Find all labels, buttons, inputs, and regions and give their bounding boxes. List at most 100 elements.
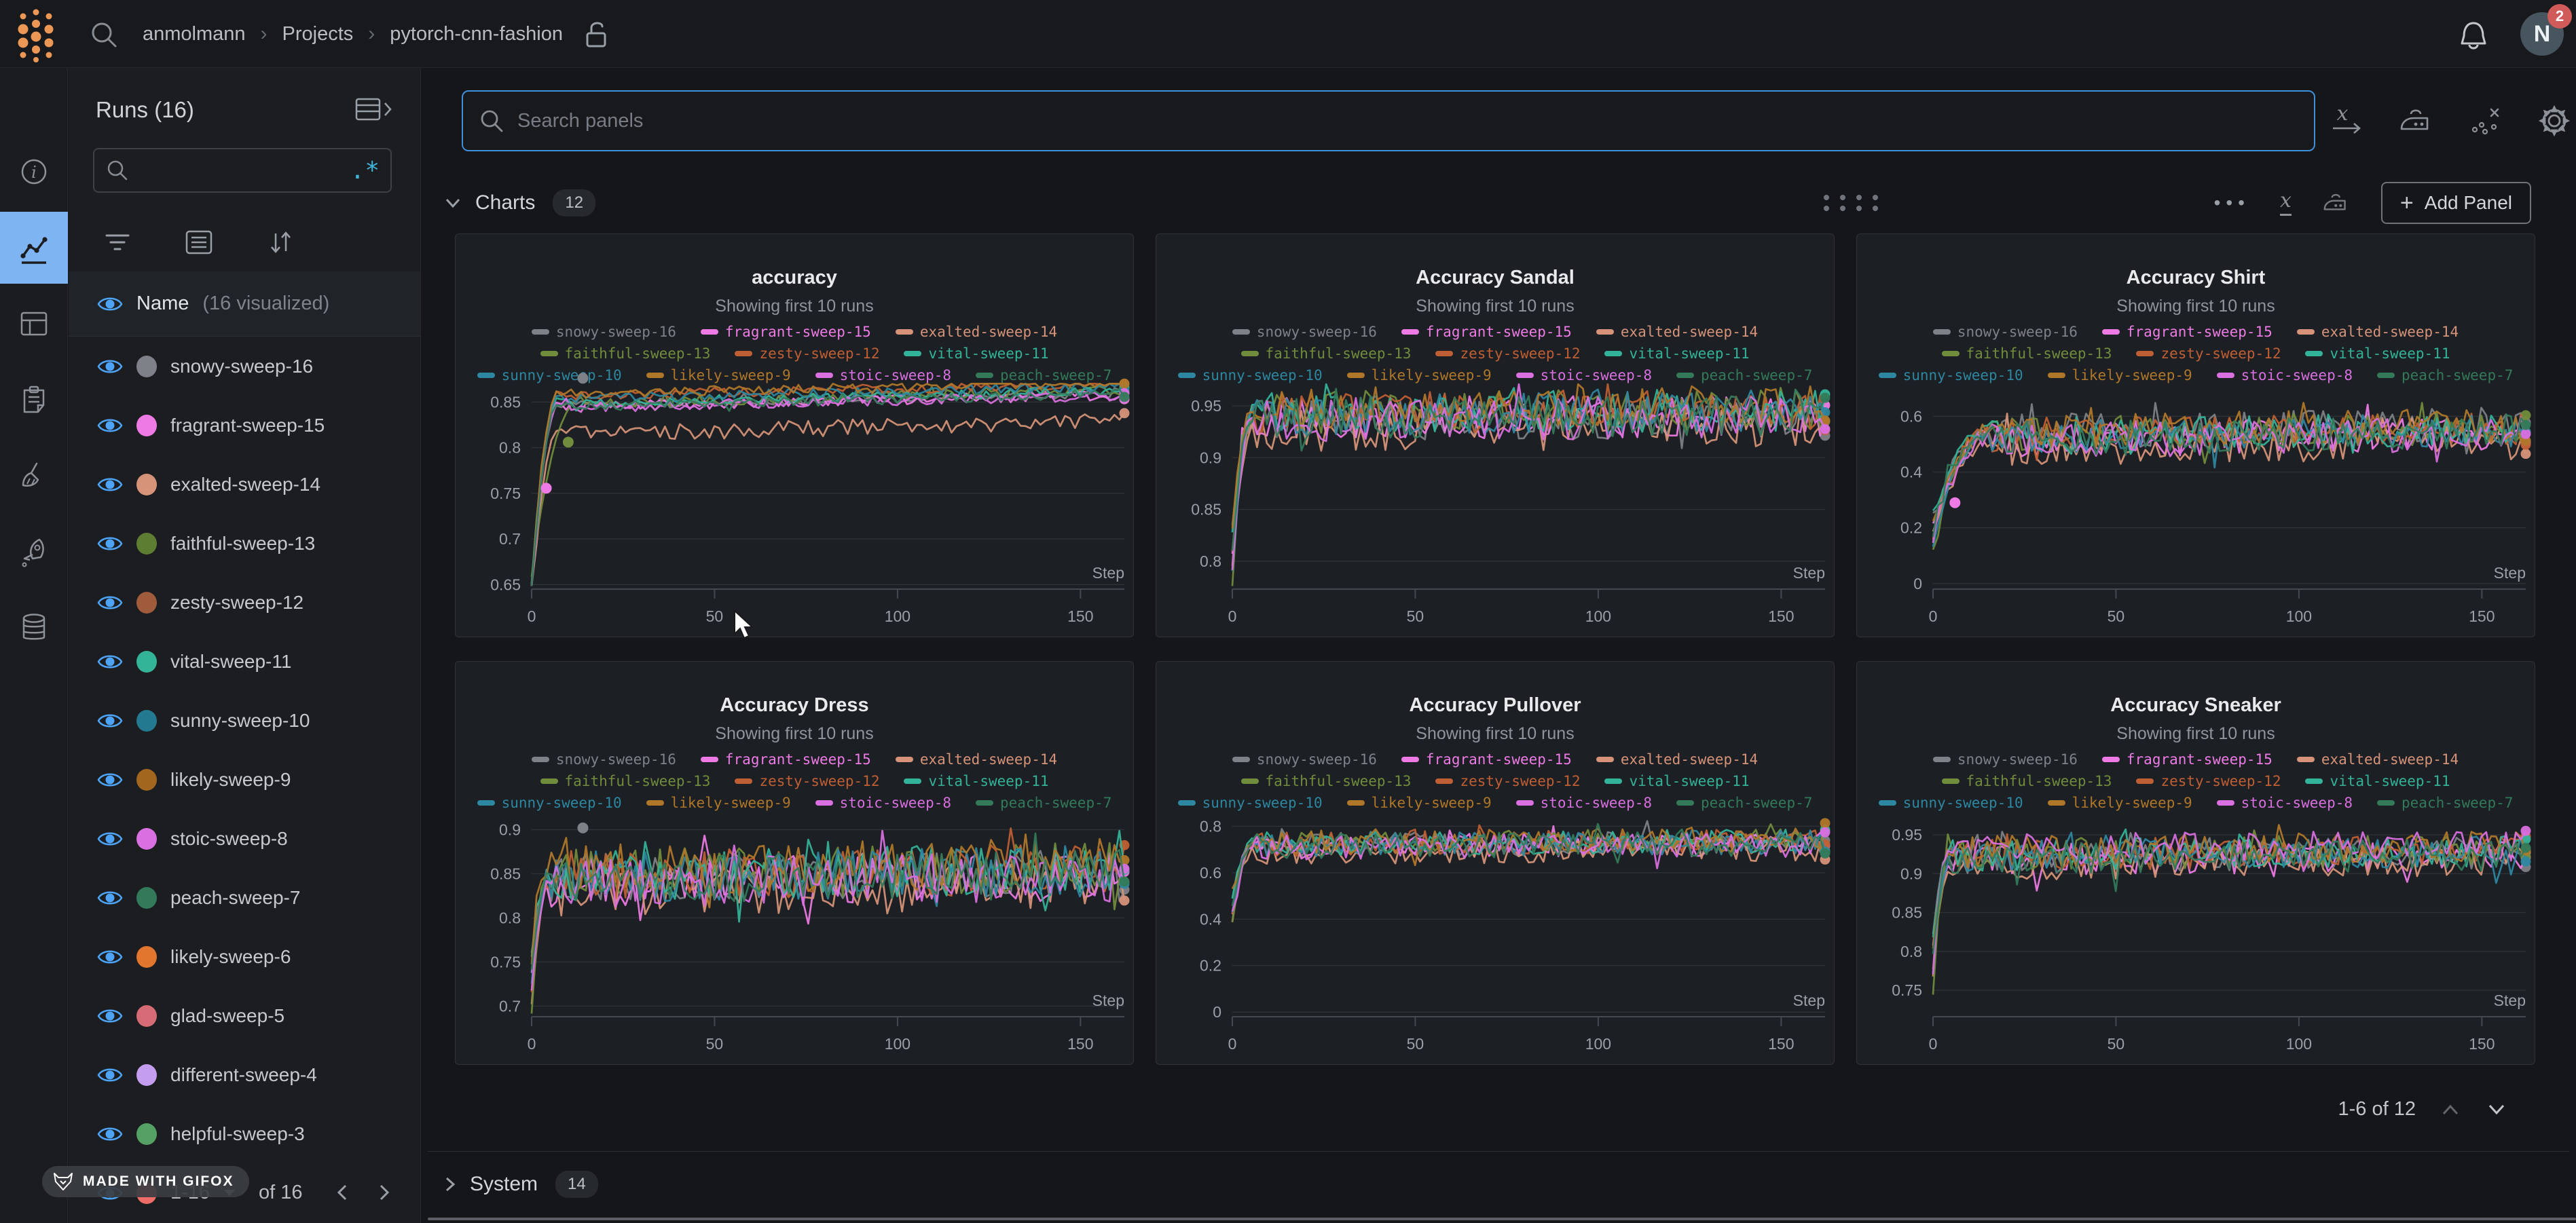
eye-icon[interactable] [97, 474, 123, 495]
run-row[interactable]: faithful-sweep-13 [69, 514, 420, 573]
series-line-exalted-sweep-14[interactable] [532, 413, 1124, 586]
chevron-down-icon[interactable] [441, 194, 464, 212]
chart-panel-accuracy-pullover[interactable]: Accuracy PulloverShowing first 10 runssn… [1156, 661, 1835, 1065]
y-tick-label: 0.8 [499, 439, 521, 457]
eye-icon[interactable] [97, 533, 123, 554]
chart-panel-accuracy[interactable]: accuracyShowing first 10 runssnowy-sweep… [455, 233, 1134, 637]
eye-icon[interactable] [97, 1065, 123, 1085]
section-more-icon[interactable]: ••• [2214, 192, 2250, 214]
remove-outliers-icon[interactable] [2467, 102, 2503, 139]
chart-plot[interactable]: 00.20.40.60.8050100150Step [1156, 662, 1835, 1066]
breadcrumb-project[interactable]: pytorch-cnn-fashion [390, 23, 563, 45]
smoothing-iron-icon[interactable] [2397, 105, 2435, 137]
page-down-icon[interactable] [2485, 1102, 2508, 1118]
section-smoothing-icon[interactable] [2321, 190, 2351, 216]
charts-section-label[interactable]: Charts [475, 191, 535, 214]
notifications-bell-icon[interactable] [2457, 18, 2490, 53]
eye-icon[interactable] [97, 356, 123, 377]
chart-plot[interactable]: 0.80.850.90.95050100150Step [1156, 234, 1835, 638]
filter-icon[interactable] [103, 230, 132, 255]
regex-toggle-icon[interactable]: .* [350, 157, 380, 185]
prev-page-icon[interactable] [333, 1181, 353, 1204]
run-row[interactable]: vital-sweep-11 [69, 632, 420, 691]
nav-table-icon[interactable] [0, 288, 68, 360]
chart-plot[interactable]: 0.70.750.80.850.9050100150Step [456, 662, 1135, 1066]
next-page-icon[interactable] [373, 1181, 394, 1204]
add-panel-button[interactable]: + Add Panel [2381, 182, 2531, 224]
run-row[interactable]: snowy-sweep-16 [69, 337, 420, 396]
wandb-logo-icon[interactable] [16, 5, 56, 64]
chart-plot[interactable]: 0.650.70.750.80.85050100150Step [456, 234, 1135, 638]
run-row[interactable]: helpful-sweep-3 [69, 1104, 420, 1163]
eye-icon[interactable] [97, 1006, 123, 1026]
eye-icon[interactable] [97, 652, 123, 672]
global-search-icon[interactable] [88, 19, 119, 50]
chevron-right-icon[interactable] [441, 1173, 459, 1196]
run-row[interactable]: exalted-sweep-14 [69, 455, 420, 514]
series-endpoint-stoic-sweep-8 [1120, 864, 1130, 874]
gifox-watermark: MADE WITH GIFOX [42, 1166, 249, 1197]
eye-icon[interactable] [97, 829, 123, 849]
nav-sweeps-broom-icon[interactable] [0, 440, 68, 512]
sort-icon[interactable] [265, 228, 295, 257]
series-endpoint-likely-sweep-9 [1820, 818, 1830, 828]
runs-table-expand-icon[interactable] [355, 95, 393, 125]
runs-name-header[interactable]: Name (16 visualized) [69, 271, 420, 337]
chart-panel-accuracy-sandal[interactable]: Accuracy SandalShowing first 10 runssnow… [1156, 233, 1835, 637]
panel-search-input[interactable] [462, 90, 2315, 151]
breadcrumb-section[interactable]: Projects [282, 23, 354, 45]
eye-icon[interactable] [97, 770, 123, 790]
chart-panel-accuracy-dress[interactable]: Accuracy DressShowing first 10 runssnowy… [455, 661, 1134, 1065]
series-line-stoic-sweep-8[interactable] [532, 393, 1124, 586]
nav-jobs-clipboard-icon[interactable] [0, 364, 68, 436]
x-axis-settings-icon[interactable]: x [2329, 102, 2366, 139]
series-line-faithful-sweep-13[interactable] [532, 386, 1124, 577]
series-line-likely-sweep-9[interactable] [532, 383, 1124, 586]
series-line-sunny-sweep-10[interactable] [532, 383, 1124, 586]
nav-artifacts-database-icon[interactable] [0, 592, 68, 664]
nav-launch-rocket-icon[interactable] [0, 516, 68, 588]
chart-panel-accuracy-sneaker[interactable]: Accuracy SneakerShowing first 10 runssno… [1856, 661, 2535, 1065]
page-up-icon[interactable] [2439, 1102, 2462, 1118]
run-color-dot [136, 828, 157, 850]
settings-gear-icon[interactable] [2535, 102, 2573, 140]
series-line-vital-sweep-11[interactable] [532, 388, 1124, 584]
runs-search-field[interactable] [139, 160, 341, 181]
run-row[interactable]: sunny-sweep-10 [69, 691, 420, 750]
run-row[interactable]: peach-sweep-7 [69, 868, 420, 927]
nav-workspace-chart-icon[interactable] [0, 212, 68, 284]
chart-plot[interactable]: 0.750.80.850.90.95050100150Step [1857, 662, 2536, 1066]
breadcrumb-user[interactable]: anmolmann [143, 23, 246, 45]
eye-icon[interactable] [97, 1124, 123, 1144]
series-line-fragrant-sweep-15[interactable] [532, 835, 1124, 973]
horizontal-scrollbar[interactable] [428, 1218, 2576, 1220]
eye-icon[interactable] [97, 711, 123, 731]
run-row[interactable]: glad-sweep-5 [69, 986, 420, 1045]
eye-icon[interactable] [97, 947, 123, 967]
run-row[interactable]: likely-sweep-6 [69, 927, 420, 986]
series-line-peach-sweep-7[interactable] [1933, 840, 2526, 954]
drag-handle-icon[interactable] [1817, 190, 1882, 214]
x-tick-label: 150 [1768, 607, 1794, 625]
panel-search-field[interactable] [517, 110, 2299, 132]
run-row[interactable]: stoic-sweep-8 [69, 809, 420, 868]
eye-icon[interactable] [97, 415, 123, 436]
run-row[interactable]: fragrant-sweep-15 [69, 396, 420, 455]
chart-panel-accuracy-shirt[interactable]: Accuracy ShirtShowing first 10 runssnowy… [1856, 233, 2535, 637]
group-list-icon[interactable] [184, 229, 214, 256]
run-row[interactable]: different-sweep-4 [69, 1045, 420, 1104]
run-color-dot [136, 769, 157, 791]
series-line-snowy-sweep-16[interactable] [532, 388, 1124, 584]
eye-icon[interactable] [97, 294, 123, 314]
system-section-header[interactable]: System 14 [441, 1163, 2556, 1205]
run-row[interactable]: likely-sweep-9 [69, 750, 420, 809]
run-row[interactable]: zesty-sweep-12 [69, 573, 420, 632]
chart-plot[interactable]: 00.20.40.6050100150Step [1857, 234, 2536, 638]
system-section-label[interactable]: System [470, 1173, 538, 1196]
section-x-axis-icon[interactable]: x [2280, 191, 2292, 216]
eye-icon[interactable] [97, 888, 123, 908]
runs-search-input[interactable]: .* [93, 148, 392, 193]
eye-icon[interactable] [97, 592, 123, 613]
series-line-zesty-sweep-12[interactable] [532, 383, 1124, 586]
nav-info-icon[interactable]: i [0, 136, 68, 208]
